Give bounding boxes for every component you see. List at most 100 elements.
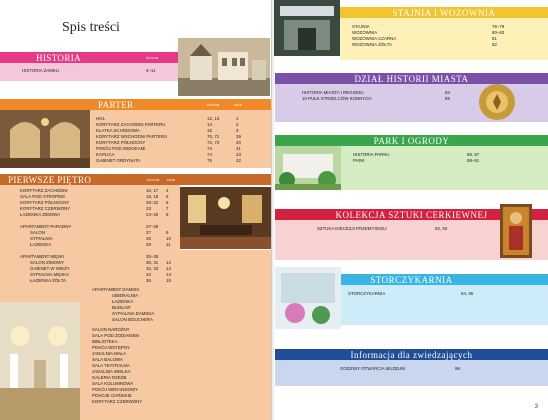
- list-item: GABINET ORDYNATA: [96, 158, 141, 163]
- info-panel: GODZINY OTWARCIA MUZEUM 96: [275, 360, 548, 386]
- page-ref: 76–79: [492, 24, 505, 29]
- list-item: ŁAZIENKA ZIMOWA: [20, 212, 61, 217]
- park-band: PARK I OGRODY: [275, 135, 548, 146]
- list-item: SYPIALNIA MĘSKA: [30, 272, 70, 277]
- list-item: GABINET W WIEŻY: [30, 266, 70, 271]
- page-ref: 15: [207, 128, 212, 133]
- list-item: APARTAMENT DAMSKI: [92, 287, 140, 292]
- historia-panel: HISTORIA ZAMKU 4–11: [0, 63, 178, 81]
- ballroom-photo: [0, 302, 80, 420]
- list-item: PARK: [353, 158, 365, 163]
- list-item: SALON NAROŻNY: [92, 327, 130, 332]
- park-title: PARK I OGRODY: [373, 135, 450, 146]
- page-ref: 74: [207, 152, 212, 157]
- page-ref: 14: [207, 122, 212, 127]
- room-number: 15: [166, 278, 171, 283]
- page-ref: 84: [445, 90, 450, 95]
- room-number: 7: [166, 206, 169, 211]
- list-item: WOZOWNIA ŻÓŁTA: [352, 42, 392, 47]
- room-number: 11: [166, 242, 171, 247]
- list-item: POKÓJ POD WIDOKAMI: [96, 146, 146, 151]
- list-item: KORYTARZ ZACHODNI PARTERU: [96, 122, 166, 127]
- list-item: HISTORIA PARKU: [353, 152, 390, 157]
- storczyk-title: STORCZYKARNIA: [370, 274, 453, 285]
- parter-panel: HOL 12, 13 1 KORYTARZ ZACHODNI PARTERU 14 2 KL…: [90, 110, 272, 168]
- pietro-title: PIERWSZE PIĘTRO: [8, 174, 92, 185]
- room-number: 42: [236, 158, 241, 163]
- room-number: 3: [236, 128, 239, 133]
- list-item: ŁAZIENKA: [30, 242, 52, 247]
- list-item: SYPIALNIA: [30, 236, 53, 241]
- parter-title: PARTER: [98, 99, 134, 110]
- historia-title: HISTORIA: [36, 52, 82, 63]
- dining-room-photo: [180, 187, 272, 249]
- list-item: POKÓJ WSTĘPNY: [92, 345, 130, 350]
- right-page: STAJNIA I WOZOWNIA STAJNIA 76–79 WOZOWNIA 8…: [274, 0, 548, 420]
- page-ref: 28: [146, 236, 151, 241]
- pietro-col-sala: sala: [167, 178, 176, 182]
- list-item: APARTAMENT PARADNY: [20, 224, 72, 229]
- list-item: BUDUAR: [112, 305, 131, 310]
- page-number: 3: [534, 404, 538, 410]
- page-title: Spis treści: [62, 20, 120, 35]
- room-number: 4: [166, 188, 169, 193]
- page-ref: 27: [146, 230, 151, 235]
- page-ref: 29: [146, 242, 151, 247]
- park-photo: [275, 146, 341, 190]
- kolekcja-title: KOLEKCJA SZTUKI CERKIEWNEJ: [335, 209, 488, 220]
- page-ref: 96: [455, 366, 460, 371]
- page-ref: 81: [492, 36, 497, 41]
- list-item: SALA POD ZODIAKIEM: [92, 333, 140, 338]
- page-ref: 30, 31: [146, 260, 159, 265]
- list-item: KORYTARZ PÓŁNOCNY: [20, 200, 70, 205]
- room-number: 39: [236, 134, 241, 139]
- list-item: HISTORIA ZAMKU: [22, 68, 60, 73]
- storczyk-panel: STORCZYKARNIA 94, 95: [341, 285, 548, 325]
- list-item: KORYTARZ WSCHODNI PARTERU: [96, 134, 167, 139]
- room-number: 40: [236, 140, 241, 145]
- list-item: SALON ZIMOWY: [30, 260, 65, 265]
- dzial-title: DZIAŁ HISTORII MIASTA: [354, 73, 469, 84]
- page-ref: 92, 93: [435, 226, 448, 231]
- pietro-panel-2: [180, 250, 272, 420]
- stajnia-band: STAJNIA I WOZOWNIA: [340, 7, 548, 18]
- page-ref: 20–22: [146, 200, 159, 205]
- room-number: 8: [166, 212, 169, 217]
- park-panel: HISTORIA PARKU 86, 87 PARK 88–91: [341, 146, 548, 190]
- list-item: SALON BOUCHERA: [112, 317, 153, 322]
- page-ref: 24–26: [146, 212, 159, 217]
- page-ref: 85: [445, 96, 450, 101]
- parter-col-strona: strona: [207, 103, 220, 107]
- list-item: SALA TEATRALNA: [92, 363, 130, 368]
- list-item: KAPLICA: [96, 152, 115, 157]
- list-item: KORYTARZ CZERWONY: [20, 206, 71, 211]
- page-ref: 34: [146, 272, 151, 277]
- room-number: 41: [236, 146, 241, 151]
- historia-band: HISTORIA strona: [0, 52, 178, 63]
- list-item: HISTORIA MIASTA I REGIONU: [302, 90, 364, 95]
- list-item: KORYTARZ ZACHODNI: [20, 188, 68, 193]
- page-ref: 74: [207, 146, 212, 151]
- list-item: 10 PUŁK STRZELCÓW KONNYCH: [302, 96, 372, 101]
- room-number: 10: [166, 236, 171, 241]
- list-item: HOL: [96, 116, 106, 121]
- page-ref: 72, 73: [207, 140, 220, 145]
- left-page: Spis treści HISTORIA strona HISTORIA ZAM…: [0, 0, 272, 420]
- page-ref: 32, 33: [146, 266, 159, 271]
- page-ref: 16, 17: [146, 188, 159, 193]
- room-number: 43: [236, 152, 241, 157]
- church-photo: [178, 38, 270, 96]
- page-ref: 30–35: [146, 254, 159, 259]
- eagle-emblem-icon: [476, 80, 518, 124]
- hall-photo: [0, 110, 90, 168]
- list-item: SZTUKA DIECEZJI PRZEMYSKIEJ: [317, 226, 387, 231]
- page-ref: 12, 13: [207, 116, 220, 121]
- info-band: Informacja dla zwiedzających: [275, 349, 548, 360]
- list-item: SYPIALNIA DAMSKA: [112, 311, 155, 316]
- list-item: SALA BALOWA: [92, 357, 123, 362]
- page-ref: 86, 87: [467, 152, 480, 157]
- room-number: 2: [236, 122, 239, 127]
- pietro-band: PIERWSZE PIĘTRO strona sala: [0, 174, 272, 185]
- list-item: KLATKA SCHODOWA: [96, 128, 140, 133]
- page-ref: 88–91: [467, 158, 480, 163]
